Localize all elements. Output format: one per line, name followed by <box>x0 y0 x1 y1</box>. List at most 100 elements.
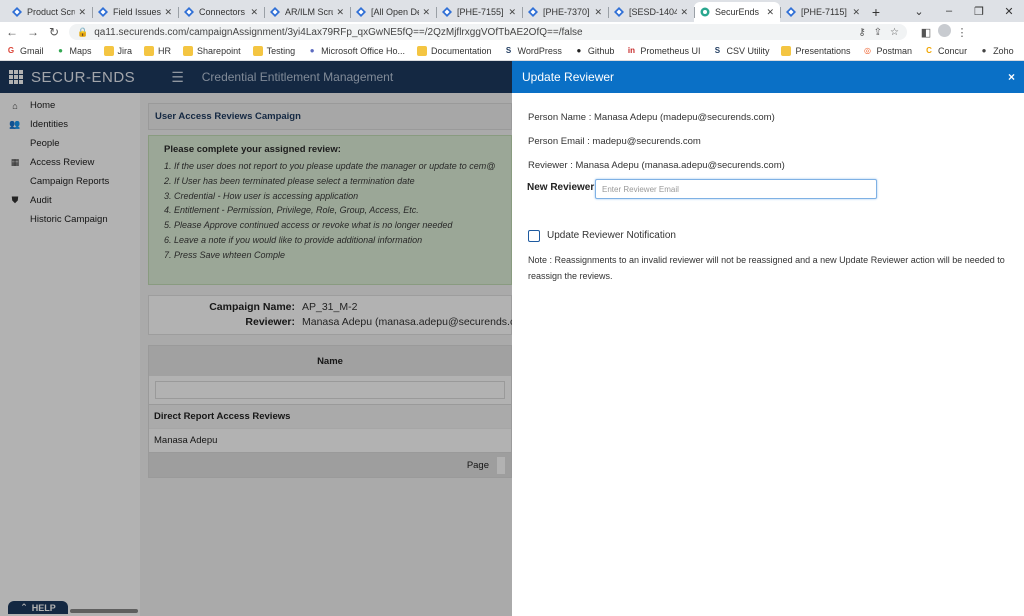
bookmark-item[interactable]: HR <box>144 46 171 56</box>
profile-avatar[interactable] <box>935 24 953 40</box>
new-reviewer-email-input[interactable] <box>595 179 877 199</box>
tab-close-icon[interactable]: ✕ <box>594 7 602 18</box>
share-icon[interactable]: ⇪ <box>874 27 882 38</box>
tab-title: Field Issues Ka <box>113 7 162 17</box>
close-window-icon[interactable]: ✕ <box>994 5 1024 18</box>
notification-label[interactable]: Update Reviewer Notification <box>547 230 676 241</box>
concur-icon: C <box>926 46 932 55</box>
browser-tab[interactable]: [PHE-7370] In✕ <box>522 2 608 22</box>
tab-title: [PHE-7370] In <box>543 7 591 17</box>
jira-favicon-icon <box>184 7 194 17</box>
maps-icon: ● <box>58 46 63 55</box>
browser-tab[interactable]: AR/ILM Scrum✕ <box>264 2 350 22</box>
bookmark-label: Documentation <box>430 46 492 56</box>
bookmark-item[interactable]: S CSV Utility <box>712 46 770 56</box>
tab-title: [PHE-7115] Cl <box>801 7 849 17</box>
office-icon: ● <box>309 46 315 55</box>
browser-tab[interactable]: Connectors Sc✕ <box>178 2 264 22</box>
tab-close-icon[interactable]: ✕ <box>766 7 774 18</box>
jira-favicon-icon <box>12 7 22 17</box>
bookmark-label: Testing <box>266 46 296 56</box>
side-panel-icon[interactable]: ◧ <box>917 26 935 39</box>
tab-close-icon[interactable]: ✕ <box>422 7 430 18</box>
minimize-icon[interactable]: – <box>934 5 964 17</box>
folder-icon <box>781 46 792 56</box>
bookmark-item[interactable]: C Concur <box>924 46 967 56</box>
lock-icon[interactable]: 🔒 <box>77 27 88 38</box>
bookmark-item[interactable]: ● Maps <box>56 46 92 56</box>
address-bar[interactable]: 🔒 qa11.securends.com/campaignAssignment/… <box>69 24 907 40</box>
tab-title: AR/ILM Scrum <box>285 7 333 17</box>
browser-tab[interactable]: [SESD-1404] L✕ <box>608 2 694 22</box>
folder-icon <box>103 46 114 56</box>
jira-favicon-icon <box>614 7 624 17</box>
bookmark-item[interactable]: G Gmail <box>6 46 44 56</box>
tab-close-icon[interactable]: ✕ <box>78 7 86 18</box>
current-reviewer-text: Reviewer : Manasa Adepu (manasa.adepu@se… <box>528 160 785 171</box>
restore-icon[interactable]: ❐ <box>964 5 994 18</box>
browser-tab[interactable]: Field Issues Ka✕ <box>92 2 178 22</box>
bookmark-label: Prometheus UI <box>640 46 701 56</box>
new-reviewer-label: New Reviewer : <box>527 182 601 193</box>
bookmark-item[interactable]: Presentations <box>781 46 851 56</box>
bookmark-item[interactable]: ● Microsoft Office Ho... <box>307 46 405 56</box>
jira-favicon-icon <box>786 7 796 17</box>
tab-close-icon[interactable]: ✕ <box>250 7 258 18</box>
tab-close-icon[interactable]: ✕ <box>164 7 172 18</box>
bookmark-item[interactable]: Documentation <box>416 46 492 56</box>
bookmark-label: Maps <box>69 46 92 56</box>
bookmark-label: Presentations <box>795 46 851 56</box>
tab-search-chevron-icon[interactable]: ⌄ <box>904 5 934 18</box>
kebab-menu-icon[interactable]: ⋮ <box>953 26 971 39</box>
star-icon[interactable]: ☆ <box>890 27 899 38</box>
bookmark-label: WordPress <box>517 46 562 56</box>
drawer-title: Update Reviewer <box>522 70 615 84</box>
bookmark-item[interactable]: ◎ Postman <box>863 46 913 56</box>
update-reviewer-notification-checkbox[interactable] <box>528 230 540 242</box>
bookmark-label: CSV Utility <box>726 46 770 56</box>
jira-favicon-icon <box>528 7 538 17</box>
bookmark-label: HR <box>158 46 172 56</box>
url-text[interactable]: qa11.securends.com/campaignAssignment/3y… <box>94 27 850 38</box>
tab-close-icon[interactable]: ✕ <box>336 7 344 18</box>
close-icon[interactable]: × <box>1008 70 1015 84</box>
browser-tab[interactable]: [PHE-7155] M✕ <box>436 2 522 22</box>
bookmark-item[interactable]: Jira <box>103 46 133 56</box>
person-email-text: Person Email : madepu@securends.com <box>528 136 701 147</box>
postman-icon: ◎ <box>864 46 871 55</box>
tab-title: Connectors Sc <box>199 7 247 17</box>
bookmark-item[interactable]: ● Zoho <box>979 46 1014 56</box>
wordpress-icon: S <box>505 46 512 55</box>
jira-favicon-icon <box>356 7 366 17</box>
back-arrow-icon[interactable]: ← <box>3 25 21 39</box>
bookmark-label: Postman <box>876 46 913 56</box>
reload-icon[interactable]: ↻ <box>45 25 63 39</box>
bookmark-item[interactable]: S WordPress <box>504 46 562 56</box>
bookmark-item[interactable]: Sharepoint <box>183 46 241 56</box>
folder-icon <box>183 46 194 56</box>
browser-tab[interactable]: SecurEnds ✕ <box>694 2 780 22</box>
modal-backdrop[interactable] <box>0 61 512 616</box>
bookmark-item[interactable]: ● Github <box>574 46 614 56</box>
tab-close-icon[interactable]: ✕ <box>852 7 860 18</box>
browser-tab[interactable]: [All Open Def ✕ <box>350 2 436 22</box>
bookmark-label: Jira <box>117 46 133 56</box>
drawer-header: Update Reviewer × <box>512 61 1024 93</box>
tab-title: [SESD-1404] L <box>629 7 678 17</box>
window-controls: ⌄ – ❐ ✕ <box>904 0 1024 22</box>
forward-arrow-icon[interactable]: → <box>24 25 42 39</box>
bookmark-label: Microsoft Office Ho... <box>321 46 405 56</box>
browser-tab[interactable]: Product Scrum✕ <box>6 2 92 22</box>
update-reviewer-drawer: Update Reviewer × Person Name : Manasa A… <box>512 61 1024 616</box>
bookmark-item[interactable]: Testing <box>252 46 296 56</box>
tab-close-icon[interactable]: ✕ <box>508 7 516 18</box>
tab-close-icon[interactable]: ✕ <box>680 7 688 18</box>
reassignment-note: Note : Reassignments to an invalid revie… <box>528 255 1005 281</box>
browser-tab[interactable]: [PHE-7115] Cl✕ <box>780 2 866 22</box>
folder-icon <box>252 46 263 56</box>
key-icon[interactable]: ⚷ <box>858 27 865 38</box>
jira-favicon-icon <box>270 7 280 17</box>
browser-tab-strip: Product Scrum✕Field Issues Ka✕Connectors… <box>0 0 1024 22</box>
bookmark-item[interactable]: in Prometheus UI <box>626 46 701 56</box>
new-tab-button[interactable]: + <box>866 2 886 22</box>
